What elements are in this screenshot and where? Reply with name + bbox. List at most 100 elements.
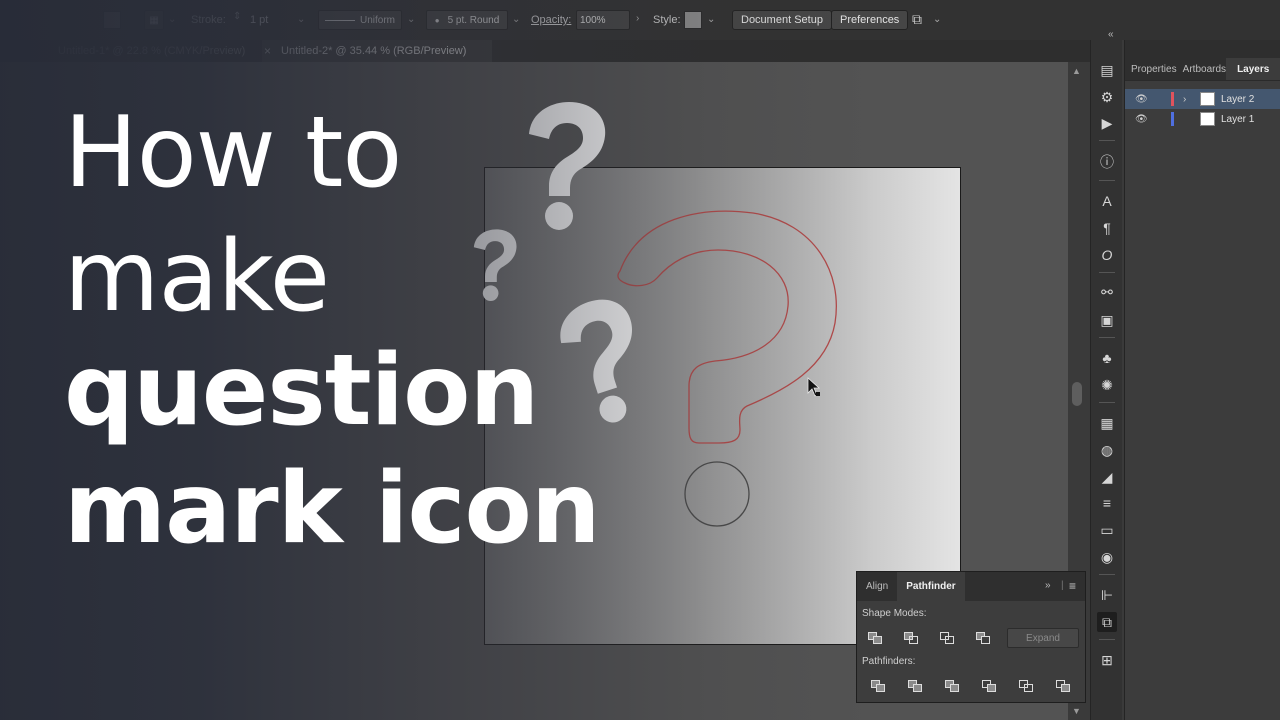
panel-collapse-icon[interactable]: »	[1045, 580, 1051, 591]
panel-menu-icon[interactable]: ≡	[1069, 579, 1076, 593]
decor-question-mark-small	[473, 229, 517, 301]
appearance-icon[interactable]: ◉	[1097, 547, 1117, 567]
stroke-swatch-button[interactable]: ▦	[144, 10, 164, 30]
asset-export-icon[interactable]: ⚙	[1097, 87, 1117, 107]
align-icon[interactable]: ⊩	[1097, 585, 1117, 605]
stroke-icon[interactable]: ≡	[1097, 493, 1117, 513]
crop-icon[interactable]	[982, 680, 996, 692]
layer-name[interactable]: Layer 1	[1221, 114, 1254, 125]
document-tabs: Untitled-1* @ 22.8 % (CMYK/Preview) × Un…	[0, 40, 1090, 62]
expand-button[interactable]: Expand	[1007, 628, 1079, 648]
shape-modes-label: Shape Modes:	[862, 608, 927, 619]
divide-icon[interactable]	[871, 680, 885, 692]
opacity-input[interactable]: 100%	[576, 10, 630, 30]
actions-icon[interactable]: ▶	[1097, 113, 1117, 133]
info-icon[interactable]: ⓘ	[1097, 152, 1117, 172]
document-setup-button[interactable]: Document Setup	[732, 10, 832, 30]
chevron-down-icon[interactable]: ⌄	[297, 14, 305, 25]
minus-back-icon[interactable]	[1056, 680, 1070, 692]
chevron-down-icon[interactable]: ⌄	[512, 14, 520, 25]
collapse-panels-icon[interactable]: «	[1108, 30, 1114, 40]
layer-thumbnail	[1200, 112, 1215, 126]
brush-definition-dropdown[interactable]: ● 5 pt. Round	[426, 10, 508, 30]
layer-name[interactable]: Layer 2	[1221, 94, 1254, 105]
layers-panel: Properties Artboards Layers 👁 › Layer 2 …	[1124, 40, 1280, 720]
chevron-down-icon[interactable]: ⌄	[168, 14, 176, 25]
artboards-icon[interactable]: ▣	[1097, 310, 1117, 330]
style-label: Style:	[653, 14, 681, 26]
layer-thumbnail	[1200, 92, 1215, 106]
divider	[1099, 180, 1115, 181]
layers-panel-tabs: Properties Artboards Layers	[1125, 40, 1280, 80]
trim-icon[interactable]	[908, 680, 922, 692]
scroll-down-icon[interactable]: ▼	[1072, 706, 1081, 716]
tab-layers[interactable]: Layers	[1226, 58, 1280, 80]
stroke-weight-value[interactable]: 1 pt	[250, 14, 268, 26]
tab-properties[interactable]: Properties	[1125, 58, 1177, 80]
control-bar: ▦ ⌄ Stroke: ⇕ 1 pt ⌄ Uniform ⌄ ● 5 pt. R…	[0, 0, 1280, 40]
preferences-button[interactable]: Preferences	[831, 10, 909, 30]
eye-icon[interactable]: 👁	[1135, 94, 1148, 105]
color-guide-icon[interactable]: ◍	[1097, 440, 1117, 460]
exclude-icon[interactable]	[976, 632, 990, 644]
tab-align[interactable]: Align	[857, 572, 897, 601]
opacity-value: 100%	[580, 14, 606, 26]
eye-icon[interactable]: 👁	[1135, 114, 1148, 125]
chevron-right-icon[interactable]: ›	[1183, 94, 1186, 105]
scrollbar-thumb[interactable]	[1072, 382, 1082, 406]
arrange-documents-icon[interactable]: ⧉	[912, 11, 922, 28]
divider	[1099, 140, 1115, 141]
merge-icon[interactable]	[945, 680, 959, 692]
symbols-icon[interactable]: ♣	[1097, 348, 1117, 368]
graphic-style-swatch[interactable]	[684, 11, 702, 29]
panel-icon-strip: ▤ ⚙ ▶ ⓘ A ¶ O ⚯ ▣ ♣ ✺ ▦ ◍ ◢ ≡ ▭ ◉ ⊩ ⧉ ⊞	[1090, 40, 1122, 720]
unite-icon[interactable]	[868, 632, 882, 644]
question-mark-dot-path[interactable]	[684, 461, 750, 527]
brushes-icon[interactable]: ✺	[1097, 375, 1117, 395]
chevron-down-icon[interactable]: ⌄	[407, 14, 415, 25]
intersect-icon[interactable]	[940, 632, 954, 644]
outline-icon[interactable]	[1019, 680, 1033, 692]
document-tab-label: Untitled-1* @ 22.8 % (CMYK/Preview)	[58, 45, 246, 57]
variable-width-profile-dropdown[interactable]: Uniform	[318, 10, 402, 30]
divider	[1099, 272, 1115, 273]
stroke-stepper-icon[interactable]: ⇕	[233, 11, 241, 22]
pathfinder-panel-tabs: Align Pathfinder » | ≡	[857, 572, 1085, 601]
opentype-icon[interactable]: O	[1097, 245, 1117, 265]
scroll-up-icon[interactable]: ▲	[1072, 66, 1081, 76]
document-tab-active[interactable]: × Untitled-2* @ 35.44 % (RGB/Preview)	[262, 40, 492, 62]
fill-swatch[interactable]	[103, 11, 121, 29]
headline-line-3: question	[64, 334, 539, 448]
document-tab[interactable]: Untitled-1* @ 22.8 % (CMYK/Preview)	[0, 40, 262, 62]
chevron-down-icon[interactable]: ⌄	[707, 14, 715, 25]
layer-row[interactable]: 👁 › Layer 2	[1125, 89, 1280, 109]
layer-color-bar	[1171, 112, 1174, 126]
mouse-cursor-icon	[807, 377, 821, 397]
close-icon[interactable]: ×	[264, 44, 271, 58]
libraries-icon[interactable]: ▤	[1097, 60, 1117, 80]
tab-pathfinder[interactable]: Pathfinder	[897, 572, 965, 601]
transparency-icon[interactable]: ◢	[1097, 467, 1117, 487]
links-icon[interactable]: ⚯	[1097, 282, 1117, 302]
brush-dot-icon: ●	[434, 15, 440, 25]
divider	[1099, 402, 1115, 403]
opacity-label: Opacity:	[531, 14, 572, 26]
layer-color-bar	[1171, 92, 1174, 106]
headline-line-4: mark icon	[64, 452, 601, 566]
chevron-right-icon[interactable]: ›	[636, 13, 639, 24]
transform-icon[interactable]: ⊞	[1097, 650, 1117, 670]
swatches-icon[interactable]: ▦	[1097, 413, 1117, 433]
character-icon[interactable]: A	[1097, 191, 1117, 211]
paragraph-icon[interactable]: ¶	[1097, 218, 1117, 238]
document-tab-label: Untitled-2* @ 35.44 % (RGB/Preview)	[281, 45, 467, 57]
layer-row[interactable]: 👁 Layer 1	[1125, 109, 1280, 129]
gradient-icon[interactable]: ▭	[1097, 520, 1117, 540]
stroke-label: Stroke:	[191, 14, 226, 26]
pathfinder-icon[interactable]: ⧉	[1097, 612, 1117, 632]
decor-question-mark-large	[529, 102, 606, 230]
divider	[1099, 639, 1115, 640]
minus-front-icon[interactable]	[904, 632, 918, 644]
tab-artboards[interactable]: Artboards	[1177, 58, 1227, 80]
profile-label: Uniform	[359, 14, 395, 26]
chevron-down-icon[interactable]: ⌄	[933, 14, 941, 25]
